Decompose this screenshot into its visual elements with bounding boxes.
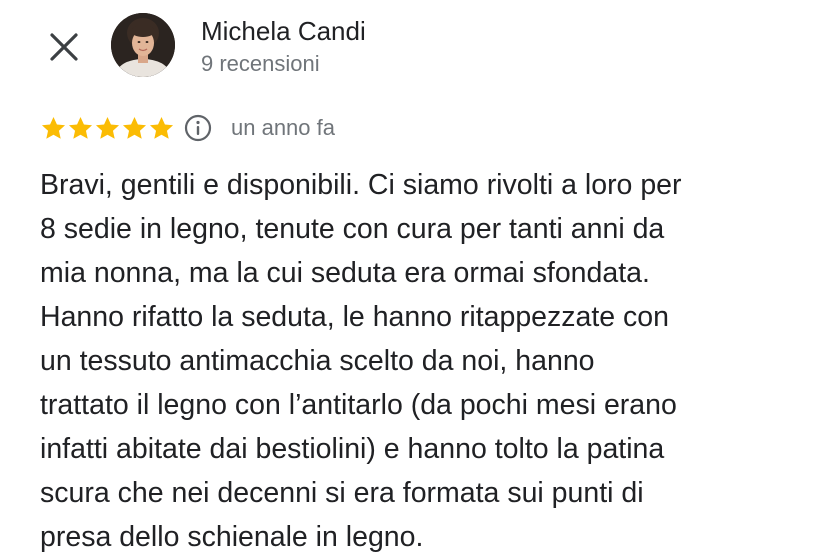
- info-button[interactable]: [183, 113, 213, 143]
- review-detail-page: Michela Candi 9 recensioni un anno fa Br…: [0, 0, 828, 558]
- star-icon: [122, 116, 147, 139]
- star-icon: [95, 116, 120, 139]
- close-button[interactable]: [44, 27, 84, 67]
- review-date: un anno fa: [231, 115, 335, 140]
- star-icon: [149, 116, 174, 139]
- review-count[interactable]: 9 recensioni: [201, 49, 320, 79]
- rating-row: un anno fa: [40, 111, 335, 145]
- avatar[interactable]: [111, 13, 175, 77]
- close-icon: [50, 33, 78, 61]
- star-icon: [68, 116, 93, 139]
- review-text: Bravi, gentili e disponibili. Ci siamo r…: [40, 169, 682, 553]
- info-icon: [184, 114, 212, 142]
- reviewer-photo: [111, 13, 175, 77]
- star-icon: [41, 116, 66, 139]
- star-rating: [40, 115, 175, 142]
- reviewer-name[interactable]: Michela Candi: [201, 14, 366, 48]
